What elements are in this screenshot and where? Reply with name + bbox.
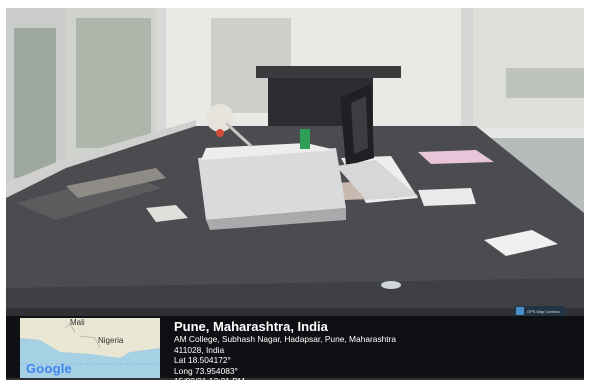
green-sample-holder — [300, 129, 310, 149]
latitude: Lat 18.504172° — [174, 355, 231, 365]
google-logo: Google — [26, 361, 72, 376]
longitude: Long 73.954083° — [174, 365, 238, 376]
left-window-pane — [14, 28, 56, 178]
place-name: Pune, Maharashtra, India — [174, 319, 328, 334]
window-mullion — [156, 8, 166, 133]
left-window-pane-2 — [76, 18, 151, 148]
window-mullion-right — [461, 8, 473, 133]
address-line-2: 411028, India — [174, 344, 225, 355]
white-paper — [418, 188, 476, 206]
instrument-body — [198, 148, 346, 220]
right-bench — [506, 68, 584, 98]
google-logo-text: Google — [26, 361, 72, 376]
map-label-mali: Mali — [70, 318, 85, 327]
datetime: 15/02/21 12:21 PM — [174, 376, 245, 386]
small-object — [381, 281, 401, 289]
camera-icon — [516, 307, 524, 315]
address-line-1: AM College, Subhash Nagar, Hadapsar, Pun… — [174, 334, 397, 344]
map-label-nigeria: Nigeria — [98, 336, 124, 345]
badge-label: GPS Map Camera — [527, 308, 560, 314]
red-lamp-cap — [216, 129, 224, 137]
map-thumbnail: Mali Nigeria Google — [20, 318, 160, 378]
monitor-top — [256, 66, 401, 78]
gps-camera-badge: GPS Map Camera — [514, 306, 566, 316]
location-info: Pune, Maharashtra, India AM College, Sub… — [174, 320, 396, 387]
gps-overlay: Mali Nigeria Google GPS Map Camera Pune,… — [6, 306, 584, 386]
laptop-display — [351, 96, 368, 154]
